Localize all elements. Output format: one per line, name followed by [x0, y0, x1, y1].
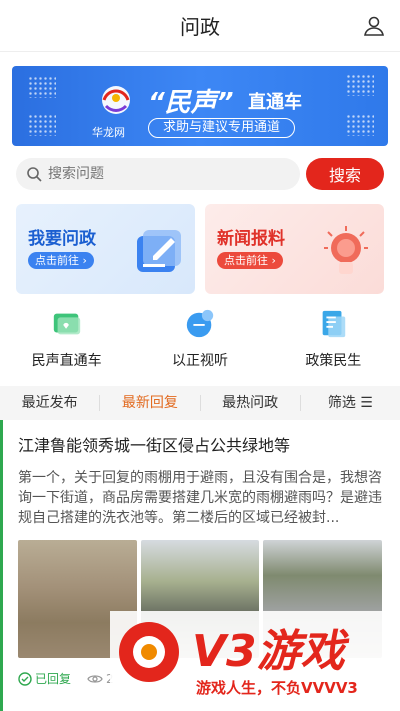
watermark: V3游戏 游戏人生，不负VVVV3	[110, 611, 400, 711]
banner-headline: “民声”	[148, 88, 234, 118]
banner-dots	[346, 114, 374, 136]
user-icon[interactable]	[362, 14, 386, 38]
reply-status: 已回复	[18, 670, 71, 687]
page-title: 问政	[180, 15, 220, 39]
banner-dots	[28, 76, 56, 98]
banner-dots	[346, 74, 374, 96]
watermark-brand: V3游戏	[192, 626, 345, 677]
quick-entries: 民声直通车 以正视听 政策民生	[0, 308, 400, 370]
banner-headline-2: 直通车	[248, 92, 302, 113]
search-button[interactable]: 搜索	[306, 158, 384, 190]
accent-bar	[0, 420, 3, 711]
tab-hottest[interactable]: 最热问政	[201, 395, 301, 411]
action-cards: 我要问政 点击前往 › 新闻报料 点击前往 ›	[16, 204, 384, 294]
tab-recent[interactable]: 最近发布	[0, 395, 101, 411]
card-title: 我要问政	[28, 229, 96, 249]
chat-card-icon	[53, 313, 80, 335]
top-bar: 问政	[0, 0, 400, 52]
search-icon	[27, 167, 42, 182]
watermark-logo-icon	[119, 622, 179, 682]
card-title: 新闻报料	[217, 229, 285, 249]
quick-item-policy[interactable]: 政策民生	[267, 308, 400, 370]
quick-item-label: 以正视听	[171, 353, 228, 369]
news-tip-card[interactable]: 新闻报料 点击前往 ›	[205, 204, 384, 294]
ask-government-card[interactable]: 我要问政 点击前往 ›	[16, 204, 195, 294]
tab-latest-reply[interactable]: 最新回复	[100, 395, 201, 411]
search-row: 搜索	[16, 158, 384, 190]
tab-filter[interactable]: 筛选 ☰	[301, 395, 400, 411]
lightbulb-icon	[324, 226, 368, 274]
quick-item-voice-express[interactable]: 民声直通车	[0, 308, 133, 370]
quick-item-label: 政策民生	[305, 353, 362, 369]
filter-tabs: 最近发布 最新回复 最热问政 筛选 ☰	[0, 386, 400, 420]
banner-dots	[28, 114, 56, 136]
reply-status-label: 已回复	[35, 672, 72, 686]
speech-bubble-icon	[186, 309, 214, 338]
document-icon	[322, 310, 346, 338]
quick-item-clarify[interactable]: 以正视听	[133, 308, 266, 370]
card-go-button[interactable]: 点击前往 ›	[28, 252, 94, 269]
eye-icon	[87, 674, 103, 683]
logo-text: 华龙网	[92, 126, 125, 139]
banner-tagline: 求助与建议专用通道	[148, 118, 296, 138]
quick-item-label: 民声直通车	[31, 353, 102, 369]
search-input[interactable]	[48, 166, 248, 182]
article-title[interactable]: 江津鲁能领秀城一街区侵占公共绿地等	[18, 434, 382, 458]
article-body: 第一个，关于回复的雨棚用于避雨，且没有围合是，我想咨询一下街道，商品房需要搭建几…	[18, 470, 382, 526]
pen-note-icon	[137, 230, 181, 272]
check-icon	[18, 671, 32, 686]
banner[interactable]: 华龙网 “民声” 直通车 求助与建议专用通道	[12, 66, 388, 146]
card-go-button[interactable]: 点击前往 ›	[217, 252, 283, 269]
watermark-slogan: 游戏人生，不负VVVV3	[196, 679, 358, 697]
search-box[interactable]	[16, 158, 300, 190]
